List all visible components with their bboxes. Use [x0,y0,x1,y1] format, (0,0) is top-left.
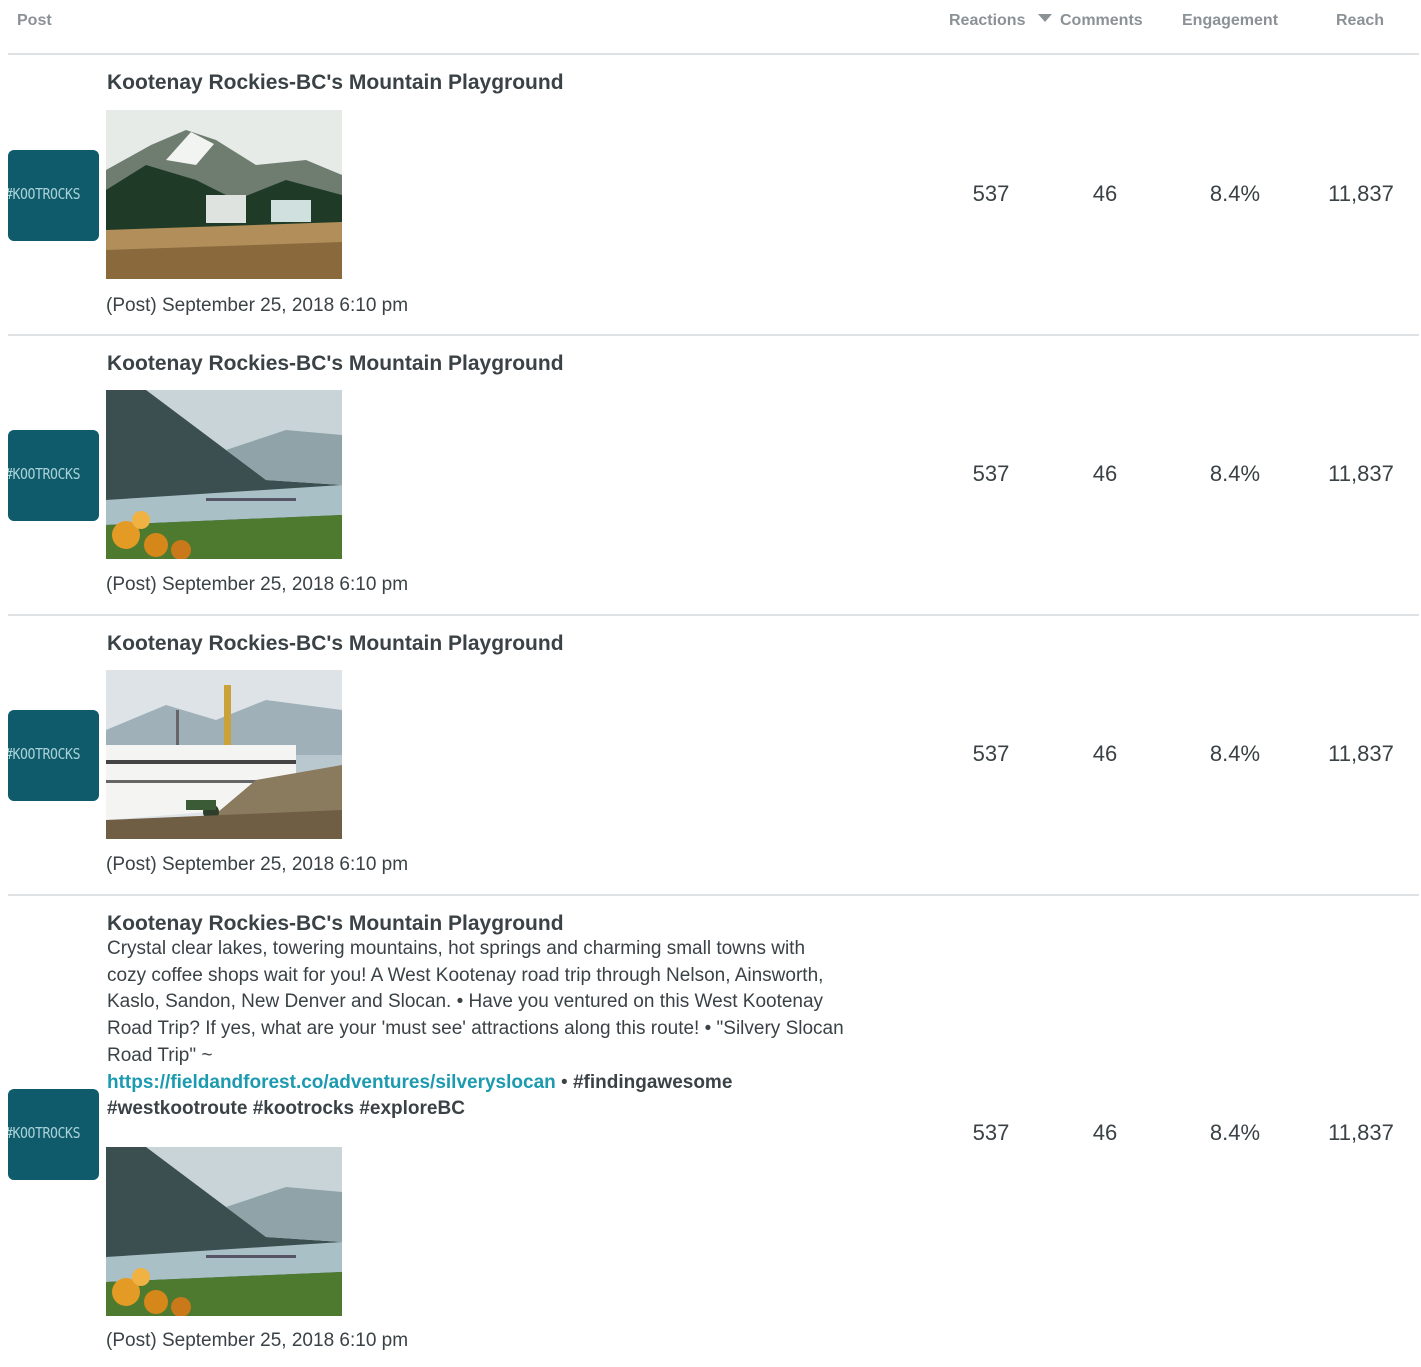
post-body: Crystal clear lakes, towering mountains,… [107,936,847,1123]
post-date: (Post) September 25, 2018 6:10 pm [106,574,409,595]
avatar: #KOOTROCKS [8,710,99,801]
post-thumbnail[interactable] [106,670,342,839]
reach-value: 11,837 [1328,1120,1394,1145]
post-date: (Post) September 25, 2018 6:10 pm [106,1330,409,1351]
avatar: #KOOTROCKS [8,150,99,241]
table-row[interactable]: #KOOTROCKS Kootenay Rockies-BC's Mountai… [0,616,1421,894]
post-date: (Post) September 25, 2018 6:10 pm [106,295,409,316]
table-row[interactable]: #KOOTROCKS Kootenay Rockies-BC's Mountai… [0,336,1421,614]
comments-value: 46 [1092,1120,1118,1145]
column-header-comments[interactable]: Comments [1060,12,1143,30]
table-row[interactable]: #KOOTROCKS Kootenay Rockies-BC's Mountai… [0,896,1421,1367]
column-header-reactions[interactable]: Reactions [949,12,1025,30]
reach-value: 11,837 [1328,461,1394,486]
comments-value: 46 [1092,461,1118,486]
column-header-post[interactable]: Post [17,12,52,30]
post-link[interactable]: https://fieldandforest.co/adventures/sil… [107,1072,556,1093]
comments-value: 46 [1092,741,1118,766]
reactions-value: 537 [972,1120,1010,1145]
table-header: Post Reactions Comments Engagement Reach [0,0,1421,42]
post-title[interactable]: Kootenay Rockies-BC's Mountain Playgroun… [107,352,564,376]
post-thumbnail[interactable] [106,390,342,559]
hashtags-line2[interactable]: #westkootroute #kootrocks #exploreBC [107,1098,465,1119]
column-header-reach[interactable]: Reach [1336,12,1384,30]
reach-value: 11,837 [1328,181,1394,206]
engagement-value: 8.4% [1209,181,1261,206]
reactions-value: 537 [972,741,1010,766]
post-thumbnail[interactable] [106,1147,342,1316]
reactions-value: 537 [972,461,1010,486]
reactions-value: 537 [972,181,1010,206]
engagement-value: 8.4% [1209,461,1261,486]
separator: • [555,1071,573,1093]
post-date: (Post) September 25, 2018 6:10 pm [106,854,409,875]
column-header-engagement[interactable]: Engagement [1182,12,1278,30]
comments-value: 46 [1092,181,1118,206]
avatar: #KOOTROCKS [8,430,99,521]
hashtags-line1[interactable]: #findingawesome [573,1072,732,1093]
engagement-value: 8.4% [1209,741,1261,766]
post-title[interactable]: Kootenay Rockies-BC's Mountain Playgroun… [107,912,564,936]
sort-descending-icon[interactable] [1038,14,1052,22]
table-row[interactable]: #KOOTROCKS Kootenay Rockies-BC's Mountai… [0,55,1421,334]
post-thumbnail[interactable] [106,110,342,279]
avatar: #KOOTROCKS [8,1089,99,1180]
engagement-value: 8.4% [1209,1120,1261,1145]
post-title[interactable]: Kootenay Rockies-BC's Mountain Playgroun… [107,71,564,95]
post-body-text: Crystal clear lakes, towering mountains,… [107,938,844,1066]
post-title[interactable]: Kootenay Rockies-BC's Mountain Playgroun… [107,632,564,656]
reach-value: 11,837 [1328,741,1394,766]
